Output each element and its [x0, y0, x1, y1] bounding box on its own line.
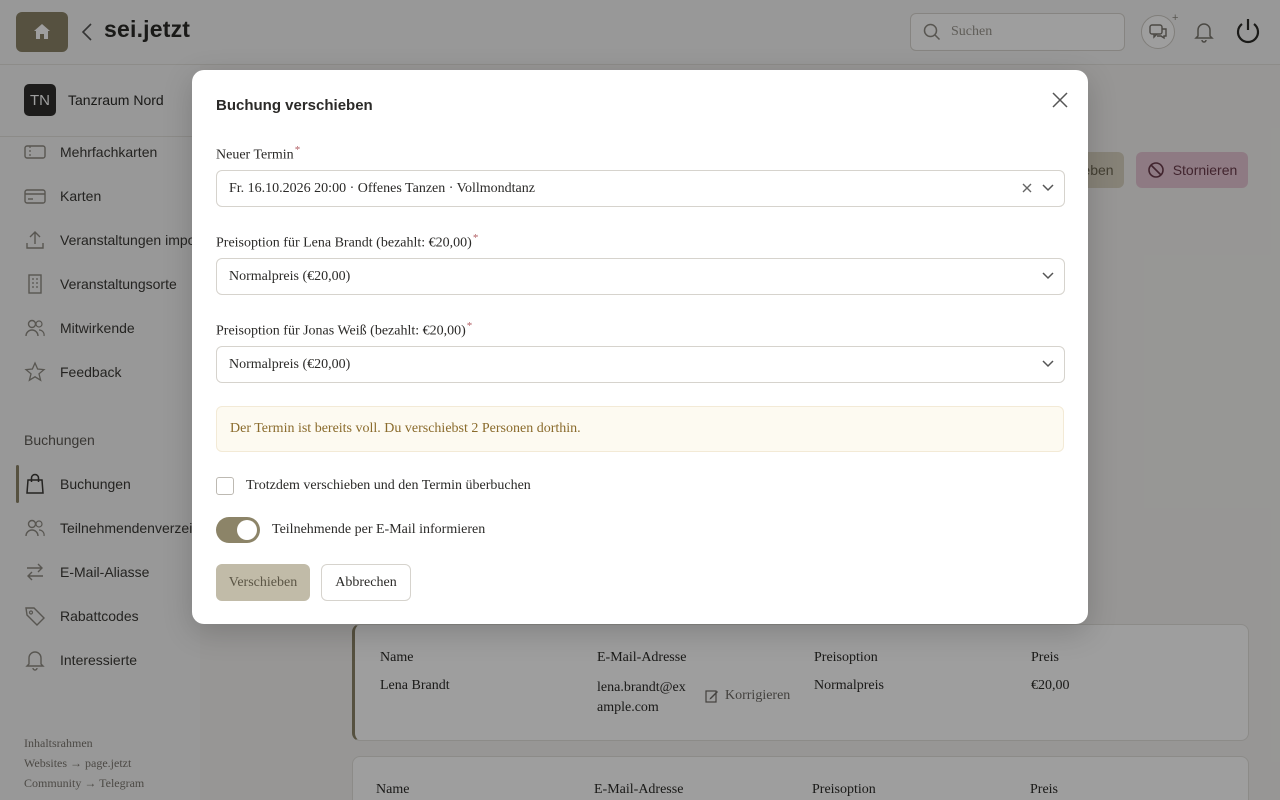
chevron-down-icon — [1042, 184, 1054, 192]
notify-toggle[interactable] — [216, 517, 260, 543]
label-text: Neuer Termin — [216, 147, 294, 163]
select-value: Normalpreis (€20,00) — [229, 268, 351, 284]
dialog-title: Buchung verschieben — [216, 97, 373, 114]
toggle-knob — [237, 520, 257, 540]
required-mark: * — [294, 144, 301, 156]
move-booking-dialog: Buchung verschieben Neuer Termin* Fr. 16… — [192, 70, 1088, 624]
clear-icon — [1022, 183, 1032, 193]
dropdown-toggle[interactable] — [1039, 267, 1057, 285]
chevron-down-icon — [1042, 272, 1054, 280]
submit-move-button[interactable]: Verschieben — [216, 564, 310, 601]
price-option-select-1[interactable]: Normalpreis (€20,00) — [216, 258, 1065, 295]
close-icon — [1052, 92, 1068, 108]
full-event-warning: Der Termin ist bereits voll. Du verschie… — [216, 406, 1064, 452]
clear-button[interactable] — [1018, 179, 1036, 197]
new-date-label: Neuer Termin* — [216, 144, 300, 164]
notify-label: Teilnehmende per E-Mail informieren — [272, 522, 486, 537]
select-value: Fr. 16.10.2026 20:00 · Offenes Tanzen · … — [229, 180, 535, 196]
dropdown-toggle[interactable] — [1039, 355, 1057, 373]
overbook-label: Trotzdem verschieben und den Termin über… — [246, 478, 531, 493]
label-text: Preisoption für Jonas Weiß (bezahlt: €20… — [216, 323, 466, 339]
price-option-label-2: Preisoption für Jonas Weiß (bezahlt: €20… — [216, 320, 472, 340]
new-date-select[interactable]: Fr. 16.10.2026 20:00 · Offenes Tanzen · … — [216, 170, 1065, 207]
overbook-option[interactable]: Trotzdem verschieben und den Termin über… — [216, 477, 531, 495]
cancel-button[interactable]: Abbrechen — [321, 564, 411, 601]
chevron-down-icon — [1042, 360, 1054, 368]
notify-option[interactable]: Teilnehmende per E-Mail informieren — [216, 517, 485, 543]
price-option-select-2[interactable]: Normalpreis (€20,00) — [216, 346, 1065, 383]
overbook-checkbox[interactable] — [216, 477, 234, 495]
select-value: Normalpreis (€20,00) — [229, 356, 351, 372]
price-option-label-1: Preisoption für Lena Brandt (bezahlt: €2… — [216, 232, 478, 252]
required-mark: * — [466, 320, 473, 332]
dropdown-toggle[interactable] — [1039, 179, 1057, 197]
required-mark: * — [472, 232, 479, 244]
label-text: Preisoption für Lena Brandt (bezahlt: €2… — [216, 235, 472, 251]
close-button[interactable] — [1048, 88, 1072, 112]
